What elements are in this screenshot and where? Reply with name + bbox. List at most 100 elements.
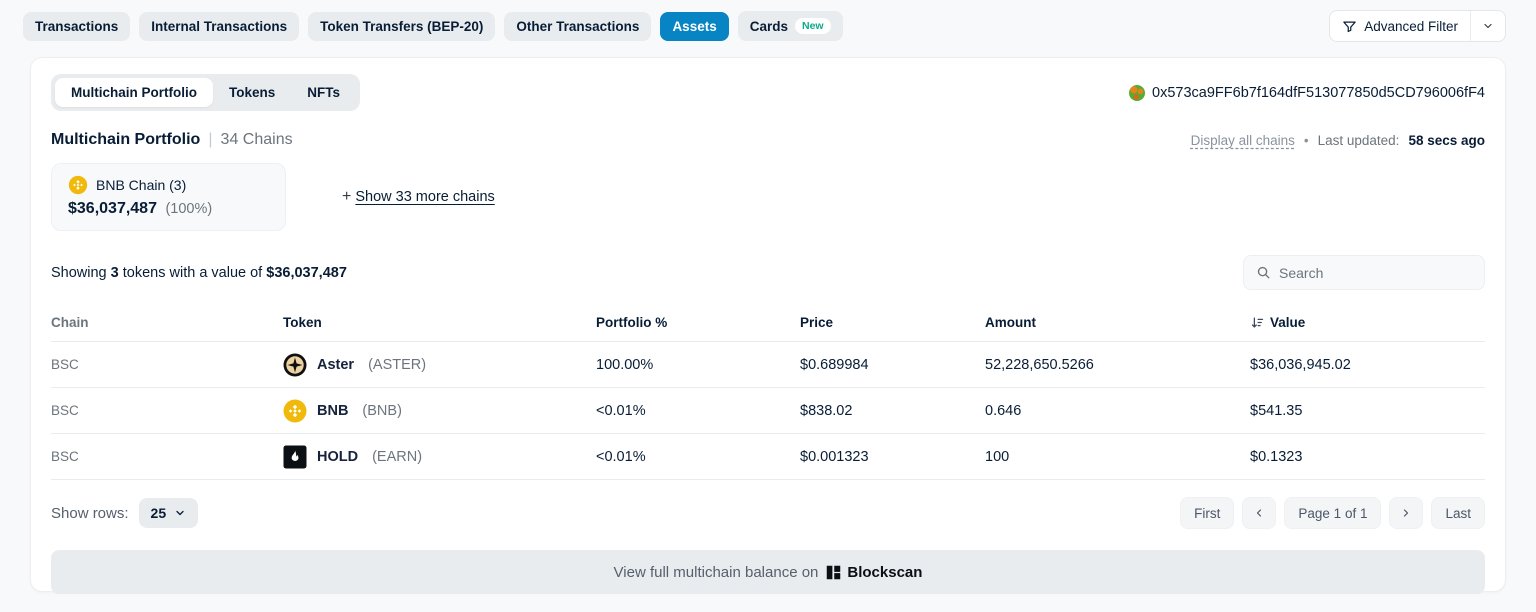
rows-per-page-select[interactable]: 25 [139,498,199,528]
search-input[interactable] [1279,265,1472,281]
aster-token-icon [283,353,307,377]
tab-cards[interactable]: Cards New [738,11,843,42]
row-price: $0.689984 [800,357,985,373]
header-price: Price [800,315,985,330]
row-portfolio-pct: 100.00% [596,357,800,373]
first-page-button[interactable]: First [1180,497,1234,529]
new-badge: New [795,18,831,35]
row-chain: BSC [51,403,283,418]
summary-total: $36,037,487 [266,265,347,281]
chevron-down-icon [1482,20,1494,32]
chain-count: 34 Chains [221,131,293,148]
top-tab-bar: Transactions Internal Transactions Token… [0,0,1536,42]
bnb-chain-card[interactable]: BNB Chain (3) $36,037,487 (100%) [51,163,286,231]
last-updated-label: Last updated: [1318,133,1400,148]
bnb-token-icon [283,399,307,423]
header-portfolio: Portfolio % [596,315,800,330]
address-identicon [1129,85,1145,101]
search-icon [1256,265,1271,280]
heading-separator: | [208,131,212,148]
portfolio-title: Multichain Portfolio [51,131,200,148]
summary-count: 3 [111,265,119,281]
tab-tokens[interactable]: Tokens [213,78,291,107]
row-value: $541.35 [1250,403,1485,419]
row-portfolio-pct: <0.01% [596,403,800,419]
next-page-button[interactable] [1389,497,1423,529]
bnb-chain-value: $36,037,487 [68,200,157,217]
blockscan-banner-link[interactable]: View full multichain balance on Blocksca… [51,550,1485,594]
sort-descending-icon[interactable] [1250,315,1265,330]
tokens-table: Chain Token Portfolio % Price Amount Val… [51,306,1485,480]
chevron-down-icon [174,507,186,519]
show-rows-label: Show rows: [51,505,129,522]
table-header-row: Chain Token Portfolio % Price Amount Val… [51,306,1485,342]
token-symbol: (EARN) [372,449,422,465]
plus-icon: + [342,188,351,206]
header-amount: Amount [985,315,1250,330]
portfolio-heading: Multichain Portfolio | 34 Chains [51,131,293,149]
rows-per-page-value: 25 [151,505,167,521]
row-price: $0.001323 [800,449,985,465]
token-name-link[interactable]: Aster [317,357,354,373]
last-updated-value: 58 secs ago [1408,133,1485,148]
banner-text: View full multichain balance on [614,564,819,581]
bnb-chain-icon [68,175,88,195]
table-row: BSC HOLD (EARN) <0.01% $0.001323 100 $0.… [51,434,1485,480]
filter-funnel-icon [1342,19,1357,34]
advanced-filter-button[interactable]: Advanced Filter [1329,10,1506,42]
chevron-right-icon [1400,507,1412,519]
row-price: $838.02 [800,403,985,419]
header-value[interactable]: Value [1250,315,1485,330]
token-symbol: (ASTER) [368,357,426,373]
blockscan-brand-label: Blockscan [847,564,922,581]
token-symbol: (BNB) [362,403,401,419]
wallet-address[interactable]: 0x573ca9FF6b7f164dfF513077850d5CD796006f… [1129,85,1485,101]
header-token: Token [283,315,596,330]
summary-middle: tokens with a value of [123,265,262,281]
row-amount: 52,228,650.5266 [985,357,1250,373]
row-chain: BSC [51,449,283,464]
token-search-box[interactable] [1243,255,1485,290]
tab-nfts[interactable]: NFTs [291,78,356,107]
advanced-filter-main[interactable]: Advanced Filter [1330,11,1470,41]
row-amount: 0.646 [985,403,1250,419]
advanced-filter-label: Advanced Filter [1364,19,1458,34]
row-portfolio-pct: <0.01% [596,449,800,465]
tab-transactions[interactable]: Transactions [23,12,130,41]
pagination: First Page 1 of 1 Last [1180,497,1485,529]
hold-token-icon [283,445,307,469]
tab-cards-label: Cards [750,19,788,34]
token-summary: Showing 3 tokens with a value of $36,037… [51,265,347,281]
show-more-chains-link[interactable]: + Show 33 more chains [342,188,495,206]
tab-internal-transactions[interactable]: Internal Transactions [139,12,299,41]
show-more-chains-label: Show 33 more chains [355,189,494,205]
chevron-left-icon [1253,507,1265,519]
table-row: BSC BNB (BNB) <0.01% $838.02 0.646 $541.… [51,388,1485,434]
bnb-chain-name: BNB Chain (3) [96,177,186,193]
last-page-button[interactable]: Last [1431,497,1485,529]
summary-prefix: Showing [51,265,107,281]
row-value: $36,036,945.02 [1250,357,1485,373]
previous-page-button[interactable] [1242,497,1276,529]
row-value: $0.1323 [1250,449,1485,465]
address-text: 0x573ca9FF6b7f164dfF513077850d5CD796006f… [1152,85,1485,101]
token-name-link[interactable]: BNB [317,403,348,419]
meta-dot: • [1304,133,1309,148]
tab-other-transactions[interactable]: Other Transactions [504,12,651,41]
assets-panel: Multichain Portfolio Tokens NFTs 0x573ca… [30,57,1506,592]
blockscan-logo-icon [826,565,841,580]
header-chain: Chain [51,315,283,330]
table-row: BSC Aster (ASTER) 100.00% $0.689984 52,2… [51,342,1485,388]
tab-multichain-portfolio[interactable]: Multichain Portfolio [55,78,213,107]
token-name-link[interactable]: HOLD [317,449,358,465]
header-value-label: Value [1270,315,1305,330]
bnb-chain-percent: (100%) [165,201,212,217]
display-all-chains-link[interactable]: Display all chains [1191,133,1295,148]
tab-token-transfers[interactable]: Token Transfers (BEP-20) [308,12,495,41]
tab-assets[interactable]: Assets [660,12,728,41]
advanced-filter-caret[interactable] [1470,11,1505,41]
page-status: Page 1 of 1 [1284,497,1381,529]
row-amount: 100 [985,449,1250,465]
portfolio-segmented-tabs: Multichain Portfolio Tokens NFTs [51,74,360,111]
row-chain: BSC [51,357,283,372]
